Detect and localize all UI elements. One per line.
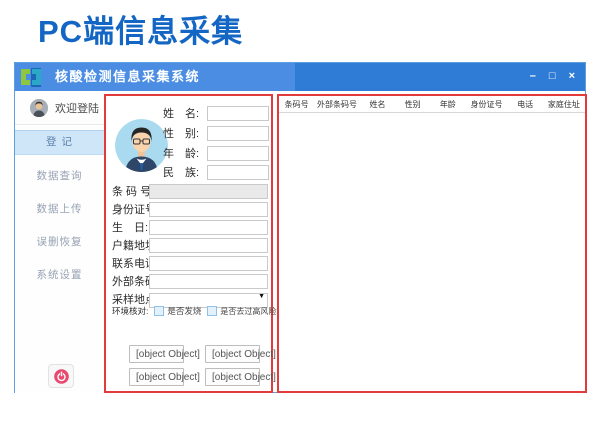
field-row-phone: 联系电话:: [112, 255, 268, 271]
title-bar: 核酸检测信息采集系统 – □ ×: [15, 63, 585, 91]
external-barcode-input[interactable]: [149, 274, 268, 289]
col-header-barcode: 条码号: [279, 99, 314, 110]
sidebar-item-recover-deleted[interactable]: 误删恢复: [15, 226, 104, 259]
welcome-row: 欢迎登陆: [15, 91, 104, 125]
close-button[interactable]: ×: [569, 71, 575, 82]
person-avatar-illustration: [115, 119, 168, 172]
welcome-label: 欢迎登陆: [55, 100, 99, 116]
user-avatar: [30, 99, 48, 117]
name-input[interactable]: [207, 106, 269, 121]
field-row-external-barcode: 外部条码:: [112, 273, 268, 289]
sidebar-item-data-query[interactable]: 数据查询: [15, 160, 104, 193]
table-body-empty[interactable]: [279, 113, 585, 392]
high-risk-area-checkbox[interactable]: [207, 306, 217, 316]
external-barcode-label: 外部条码:: [112, 273, 149, 289]
single-reprint-button[interactable]: [object Object]: [205, 368, 260, 386]
app-window: 核酸检测信息采集系统 – □ × 欢迎登陆 登 记 数据查询 数据上传 误删恢复: [14, 62, 586, 393]
barcode-label: 条 码 号:: [112, 183, 149, 199]
gender-input[interactable]: [207, 126, 269, 141]
phone-label: 联系电话:: [112, 255, 149, 271]
sidebar: 欢迎登陆 登 记 数据查询 数据上传 误删恢复 系统设置: [15, 91, 104, 393]
col-header-name: 姓名: [360, 99, 395, 110]
col-header-phone: 电话: [508, 99, 543, 110]
records-table-panel: 条码号 外部条码号 姓名 性别 年龄 身份证号 电话 家庭住址: [277, 94, 587, 393]
page-title: PC端信息采集: [38, 6, 243, 51]
save-button[interactable]: [object Object]: [129, 368, 184, 386]
id-number-input[interactable]: [149, 202, 268, 217]
birthday-input[interactable]: [149, 220, 268, 235]
field-row-ethnicity: 民 族:: [163, 164, 269, 180]
registration-form-panel: 姓 名: 性 别: 年 龄: 民 族: 条 码 号: 身份证号: 生 日:: [104, 94, 273, 393]
ethnicity-label: 民 族:: [163, 164, 207, 180]
power-button[interactable]: [48, 364, 74, 388]
window-title: 核酸检测信息采集系统: [55, 63, 200, 91]
maximize-button[interactable]: □: [549, 71, 556, 82]
read-card-button[interactable]: [object Object]: [129, 345, 184, 363]
phone-input[interactable]: [149, 256, 268, 271]
birthday-label: 生 日:: [112, 219, 149, 235]
table-header-row: 条码号 外部条码号 姓名 性别 年龄 身份证号 电话 家庭住址: [279, 96, 585, 113]
col-header-age: 年龄: [430, 99, 465, 110]
ethnicity-input[interactable]: [207, 165, 269, 180]
age-label: 年 龄:: [163, 145, 207, 161]
sidebar-item-system-settings[interactable]: 系统设置: [15, 259, 104, 292]
field-row-gender: 性 别:: [163, 125, 269, 141]
name-label: 姓 名:: [163, 105, 207, 121]
fever-checkbox-label: 是否发烧: [167, 305, 201, 317]
sidebar-item-data-upload[interactable]: 数据上传: [15, 193, 104, 226]
environment-check-label: 环境核对:: [112, 305, 148, 317]
sidebar-menu: 登 记 数据查询 数据上传 误删恢复 系统设置: [15, 130, 104, 292]
field-row-name: 姓 名:: [163, 105, 269, 121]
barcode-print-button[interactable]: [object Object]: [205, 345, 260, 363]
field-row-household-address: 户籍地址:: [112, 237, 268, 253]
household-address-label: 户籍地址:: [112, 237, 149, 253]
col-header-external-barcode: 外部条码号: [314, 99, 360, 110]
minimize-button[interactable]: –: [530, 71, 536, 82]
field-row-birthday: 生 日:: [112, 219, 268, 235]
age-input[interactable]: [207, 146, 269, 161]
app-logo-icon: [20, 66, 42, 88]
col-header-home-address: 家庭住址: [543, 99, 585, 110]
sidebar-item-register[interactable]: 登 记: [15, 130, 104, 155]
col-header-gender: 性别: [395, 99, 430, 110]
power-icon: [54, 369, 69, 384]
fever-checkbox[interactable]: [154, 306, 164, 316]
id-number-label: 身份证号:: [112, 201, 149, 217]
household-address-input[interactable]: [149, 238, 268, 253]
barcode-input: [149, 184, 268, 199]
field-row-barcode: 条 码 号:: [112, 183, 268, 199]
field-row-id-number: 身份证号:: [112, 201, 268, 217]
dropdown-arrow-icon[interactable]: ▼: [258, 293, 265, 300]
gender-label: 性 别:: [163, 125, 207, 141]
field-row-age: 年 龄:: [163, 145, 269, 161]
col-header-id-number: 身份证号: [465, 99, 507, 110]
environment-check-row: 环境核对: 是否发烧 是否去过高风险地区: [112, 305, 292, 317]
